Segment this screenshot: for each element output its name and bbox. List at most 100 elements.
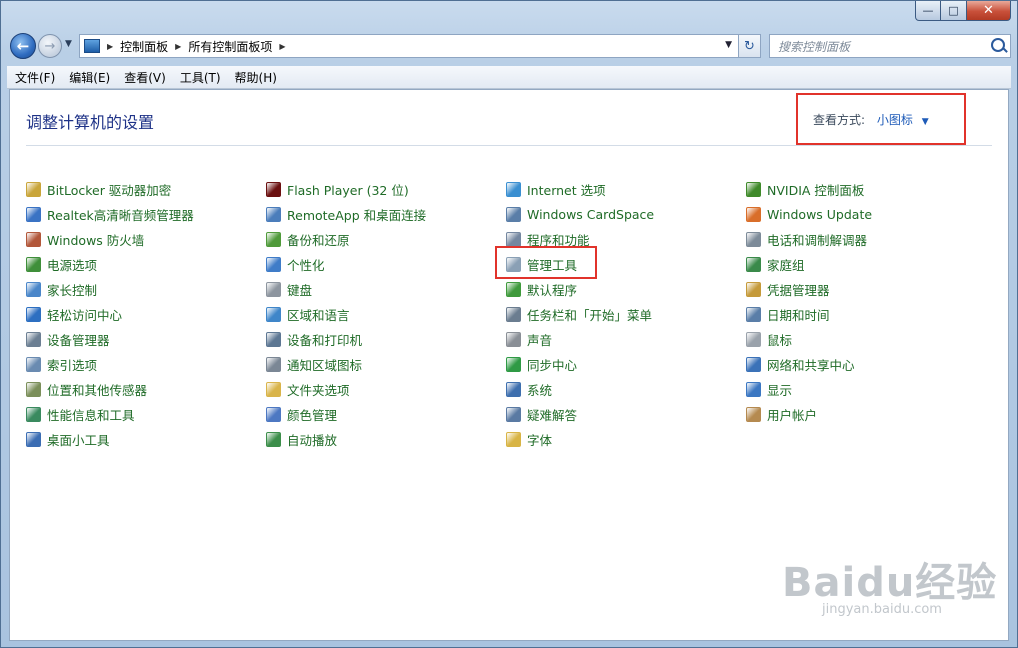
control-panel-item[interactable]: 通知区域图标 xyxy=(266,352,426,377)
control-panel-item[interactable]: 用户帐户 xyxy=(746,402,872,427)
control-panel-item[interactable]: 设备管理器 xyxy=(26,327,194,352)
sound-icon xyxy=(506,332,521,347)
control-panel-item[interactable]: 索引选项 xyxy=(26,352,194,377)
color-management-icon xyxy=(266,407,281,422)
sync-center-icon xyxy=(506,357,521,372)
control-panel-item[interactable]: BitLocker 驱动器加密 xyxy=(26,177,194,202)
devices-printers-icon xyxy=(266,332,281,347)
minimize-button[interactable]: — xyxy=(915,1,941,21)
address-dropdown-icon[interactable]: ▼ xyxy=(725,40,732,50)
performance-icon xyxy=(26,407,41,422)
control-panel-item[interactable]: RemoteApp 和桌面连接 xyxy=(266,202,426,227)
personalization-icon xyxy=(266,257,281,272)
recent-pages-dropdown-icon[interactable]: ▼ xyxy=(65,39,72,49)
breadcrumb-separator-icon[interactable]: ▶ xyxy=(279,42,285,51)
control-panel-item[interactable]: 个性化 xyxy=(266,252,426,277)
control-panel-item-label: 个性化 xyxy=(287,258,325,273)
control-panel-item[interactable]: Flash Player (32 位) xyxy=(266,177,426,202)
control-panel-item[interactable]: 桌面小工具 xyxy=(26,427,194,452)
control-panel-item[interactable]: 设备和打印机 xyxy=(266,327,426,352)
control-panel-item[interactable]: 家庭组 xyxy=(746,252,872,277)
control-panel-item[interactable]: 任务栏和「开始」菜单 xyxy=(506,302,654,327)
control-panel-item[interactable]: Windows Update xyxy=(746,202,872,227)
folder-options-icon xyxy=(266,382,281,397)
realtek-audio-icon xyxy=(26,207,41,222)
network-sharing-icon xyxy=(746,357,761,372)
control-panel-item[interactable]: 键盘 xyxy=(266,277,426,302)
phone-modem-icon xyxy=(746,232,761,247)
control-panel-item[interactable]: 颜色管理 xyxy=(266,402,426,427)
control-panel-item[interactable]: 区域和语言 xyxy=(266,302,426,327)
breadcrumb-separator-icon[interactable]: ▶ xyxy=(175,42,181,51)
menu-help[interactable]: 帮助(H) xyxy=(229,69,283,86)
control-panel-item[interactable]: 性能信息和工具 xyxy=(26,402,194,427)
internet-options-icon xyxy=(506,182,521,197)
control-panel-item-label: 设备和打印机 xyxy=(287,333,363,348)
control-panel-item-label: 默认程序 xyxy=(527,283,578,298)
control-panel-item[interactable]: Windows CardSpace xyxy=(506,202,654,227)
search-input[interactable]: 搜索控制面板 xyxy=(769,34,1011,58)
control-panel-item-label: 字体 xyxy=(527,433,553,448)
device-manager-icon xyxy=(26,332,41,347)
control-panel-item[interactable]: 凭据管理器 xyxy=(746,277,872,302)
control-panel-item[interactable]: 自动播放 xyxy=(266,427,426,452)
control-panel-item-label: Flash Player (32 位) xyxy=(287,183,409,198)
control-panel-item[interactable]: 电话和调制解调器 xyxy=(746,227,872,252)
refresh-button[interactable]: ↻ xyxy=(739,34,761,58)
menu-file[interactable]: 文件(F) xyxy=(9,69,61,86)
back-button[interactable]: ← xyxy=(10,33,36,59)
control-panel-item[interactable]: 家长控制 xyxy=(26,277,194,302)
control-panel-item[interactable]: Realtek高清晰音频管理器 xyxy=(26,202,194,227)
control-panel-item[interactable]: 轻松访问中心 xyxy=(26,302,194,327)
view-by-highlight xyxy=(796,93,966,145)
menu-tools[interactable]: 工具(T) xyxy=(174,69,227,86)
control-panel-item[interactable]: 声音 xyxy=(506,327,654,352)
control-panel-item[interactable]: 位置和其他传感器 xyxy=(26,377,194,402)
notification-area-icon xyxy=(266,357,281,372)
location-sensor-icon xyxy=(26,382,41,397)
control-panel-item[interactable]: 网络和共享中心 xyxy=(746,352,872,377)
control-panel-item-label: 用户帐户 xyxy=(767,408,818,423)
breadcrumb-control-panel[interactable]: 控制面板 xyxy=(120,38,168,55)
control-panel-item[interactable]: 日期和时间 xyxy=(746,302,872,327)
power-icon xyxy=(26,257,41,272)
close-button[interactable]: ✕ xyxy=(967,1,1011,21)
firewall-icon xyxy=(26,232,41,247)
control-panel-item[interactable]: 显示 xyxy=(746,377,872,402)
control-panel-item[interactable]: Internet 选项 xyxy=(506,177,654,202)
forward-button[interactable]: → xyxy=(38,34,62,58)
content-pane: 调整计算机的设置 查看方式: 小图标 ▼ BitLocker 驱动器加密 Real… xyxy=(9,89,1009,641)
maximize-button[interactable]: □ xyxy=(941,1,967,21)
backup-icon xyxy=(266,232,281,247)
control-panel-item[interactable]: 电源选项 xyxy=(26,252,194,277)
breadcrumb-separator-icon[interactable]: ▶ xyxy=(107,42,113,51)
control-panel-item-label: Realtek高清晰音频管理器 xyxy=(47,208,194,223)
control-panel-item[interactable]: 系统 xyxy=(506,377,654,402)
items-column-4: NVIDIA 控制面板 Windows Update 电话和调制解调器 家庭组 凭据管理… xyxy=(746,177,872,427)
date-time-icon xyxy=(746,307,761,322)
control-panel-item[interactable]: 鼠标 xyxy=(746,327,872,352)
control-panel-item-label: 桌面小工具 xyxy=(47,433,110,448)
breadcrumb-all-items[interactable]: 所有控制面板项 xyxy=(188,38,272,55)
menu-edit[interactable]: 编辑(E) xyxy=(63,69,116,86)
control-panel-item[interactable]: 同步中心 xyxy=(506,352,654,377)
control-panel-item-label: NVIDIA 控制面板 xyxy=(767,183,865,198)
control-panel-item[interactable]: NVIDIA 控制面板 xyxy=(746,177,872,202)
control-panel-item-label: RemoteApp 和桌面连接 xyxy=(287,208,427,223)
control-panel-item-label: 区域和语言 xyxy=(287,308,350,323)
control-panel-item[interactable]: Windows 防火墙 xyxy=(26,227,194,252)
menu-view[interactable]: 查看(V) xyxy=(118,69,172,86)
autoplay-icon xyxy=(266,432,281,447)
address-bar[interactable]: ▶ 控制面板 ▶ 所有控制面板项 ▶ ▼ xyxy=(79,34,739,58)
control-panel-item[interactable]: 疑难解答 xyxy=(506,402,654,427)
search-icon[interactable] xyxy=(991,38,1005,52)
page-title: 调整计算机的设置 xyxy=(26,113,155,132)
bitlocker-icon xyxy=(26,182,41,197)
control-panel-item[interactable]: 备份和还原 xyxy=(266,227,426,252)
control-panel-item[interactable]: 字体 xyxy=(506,427,654,452)
control-panel-item-label: Internet 选项 xyxy=(527,183,606,198)
default-programs-icon xyxy=(506,282,521,297)
control-panel-item[interactable]: 默认程序 xyxy=(506,277,654,302)
control-panel-item[interactable]: 文件夹选项 xyxy=(266,377,426,402)
control-panel-window: — □ ✕ ← → ▼ ▶ 控制面板 ▶ 所有控制面板项 ▶ ▼ ↻ 搜索控制面… xyxy=(0,0,1018,648)
